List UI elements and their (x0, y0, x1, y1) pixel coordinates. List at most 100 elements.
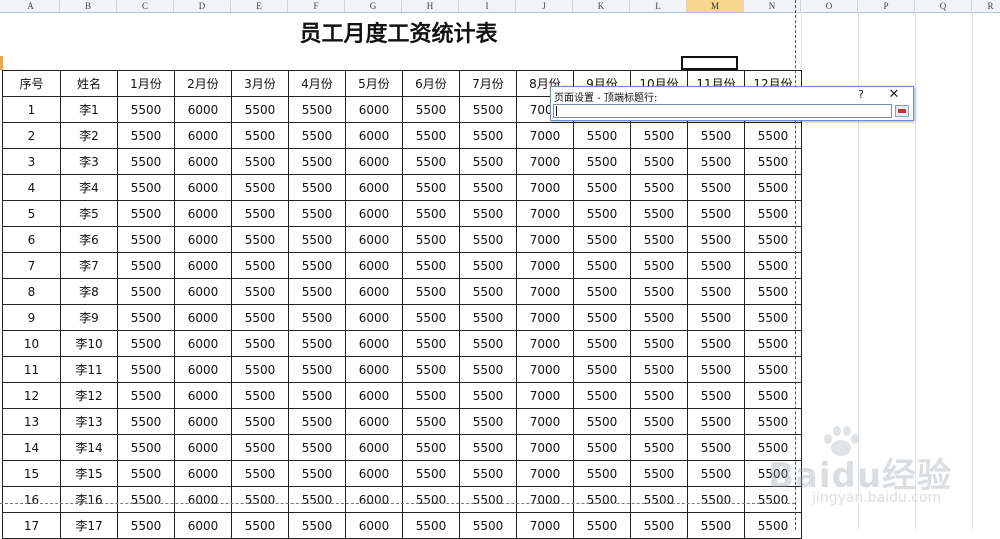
table-cell[interactable]: 5500 (402, 304, 460, 331)
table-cell[interactable]: 5500 (231, 200, 289, 227)
table-cell[interactable]: 5500 (117, 408, 175, 435)
table-cell[interactable]: 5500 (288, 460, 346, 487)
table-cell[interactable]: 李8 (60, 278, 118, 305)
table-cell[interactable]: 李17 (60, 512, 118, 539)
table-cell[interactable]: 5500 (459, 278, 517, 305)
column-header-l[interactable]: L (630, 0, 687, 12)
table-cell[interactable]: 5500 (402, 382, 460, 409)
table-cell[interactable]: 5500 (288, 148, 346, 175)
table-cell[interactable]: 7000 (516, 486, 574, 513)
table-cell[interactable]: 5500 (744, 174, 802, 201)
table-cell[interactable]: 5500 (573, 382, 631, 409)
collapse-dialog-icon[interactable] (895, 105, 909, 117)
table-cell[interactable]: 7000 (516, 252, 574, 279)
table-cell[interactable]: 5500 (630, 226, 688, 253)
table-cell[interactable]: 5500 (402, 96, 460, 123)
table-cell[interactable]: 5500 (573, 200, 631, 227)
table-cell[interactable]: 5500 (687, 382, 745, 409)
table-cell[interactable]: 5500 (459, 512, 517, 539)
table-cell[interactable]: 5 (2, 200, 61, 227)
table-cell[interactable]: 6000 (345, 252, 403, 279)
table-cell[interactable]: 5500 (630, 278, 688, 305)
table-cell[interactable]: 5500 (117, 200, 175, 227)
table-cell[interactable]: 李7 (60, 252, 118, 279)
table-cell[interactable]: 5500 (231, 512, 289, 539)
table-cell[interactable]: 5500 (687, 460, 745, 487)
table-cell[interactable]: 5500 (231, 330, 289, 357)
table-cell[interactable]: 7000 (516, 226, 574, 253)
table-cell[interactable]: 李2 (60, 122, 118, 149)
table-cell[interactable]: 李10 (60, 330, 118, 357)
table-cell[interactable]: 5500 (459, 304, 517, 331)
table-cell[interactable]: 7000 (516, 460, 574, 487)
table-cell[interactable]: 5500 (402, 408, 460, 435)
table-cell[interactable]: 6000 (345, 96, 403, 123)
column-header-e[interactable]: E (231, 0, 288, 12)
table-cell[interactable]: 5500 (630, 356, 688, 383)
column-header-c[interactable]: C (117, 0, 174, 12)
column-header-n[interactable]: N (744, 0, 801, 12)
table-cell[interactable]: 7000 (516, 434, 574, 461)
table-cell[interactable]: 7 (2, 252, 61, 279)
table-cell[interactable]: 5500 (573, 304, 631, 331)
table-cell[interactable]: 7000 (516, 278, 574, 305)
table-cell[interactable]: 6000 (174, 460, 232, 487)
table-cell[interactable]: 5500 (288, 200, 346, 227)
table-cell[interactable]: 5500 (117, 460, 175, 487)
table-cell[interactable]: 5500 (288, 356, 346, 383)
table-cell[interactable]: 6000 (345, 486, 403, 513)
table-cell[interactable]: 5500 (573, 122, 631, 149)
table-cell[interactable]: 李16 (60, 486, 118, 513)
table-cell[interactable]: 5500 (117, 486, 175, 513)
table-cell[interactable]: 6000 (174, 330, 232, 357)
table-cell[interactable]: 5500 (402, 356, 460, 383)
table-cell[interactable]: 5500 (459, 252, 517, 279)
table-cell[interactable]: 6000 (174, 174, 232, 201)
table-cell[interactable]: 5500 (459, 460, 517, 487)
table-cell[interactable]: 5500 (117, 304, 175, 331)
table-cell[interactable]: 6000 (345, 304, 403, 331)
table-cell[interactable]: 5500 (231, 252, 289, 279)
table-cell[interactable]: 5500 (687, 304, 745, 331)
close-icon[interactable]: ✕ (886, 87, 902, 102)
table-cell[interactable]: 5500 (459, 174, 517, 201)
table-cell[interactable]: 5500 (459, 434, 517, 461)
table-cell[interactable]: 5500 (231, 382, 289, 409)
table-cell[interactable]: 6000 (174, 486, 232, 513)
table-cell[interactable]: 李6 (60, 226, 118, 253)
column-header-g[interactable]: G (345, 0, 402, 12)
header-cell[interactable]: 4月份 (288, 70, 346, 97)
table-cell[interactable]: 5500 (744, 304, 802, 331)
table-cell[interactable]: 2 (2, 122, 61, 149)
table-cell[interactable]: 5500 (687, 434, 745, 461)
table-cell[interactable]: 17 (2, 512, 61, 539)
table-cell[interactable]: 5500 (288, 252, 346, 279)
table-cell[interactable]: 7000 (516, 408, 574, 435)
table-cell[interactable]: 6000 (174, 226, 232, 253)
table-cell[interactable]: 5500 (687, 148, 745, 175)
table-cell[interactable]: 5500 (573, 278, 631, 305)
table-cell[interactable]: 5500 (402, 174, 460, 201)
table-cell[interactable]: 5500 (687, 512, 745, 539)
table-cell[interactable]: 5500 (288, 486, 346, 513)
table-cell[interactable]: 5500 (288, 174, 346, 201)
column-header-p[interactable]: P (858, 0, 915, 12)
table-cell[interactable]: 6000 (174, 512, 232, 539)
table-cell[interactable]: 5500 (630, 408, 688, 435)
table-cell[interactable]: 5500 (573, 174, 631, 201)
table-cell[interactable]: 6000 (345, 460, 403, 487)
table-cell[interactable]: 5500 (687, 408, 745, 435)
table-cell[interactable]: 3 (2, 148, 61, 175)
table-cell[interactable]: 5500 (630, 174, 688, 201)
table-cell[interactable]: 5500 (288, 512, 346, 539)
table-cell[interactable]: 5500 (288, 96, 346, 123)
table-cell[interactable]: 5500 (630, 330, 688, 357)
header-cell[interactable]: 序号 (2, 70, 61, 97)
table-cell[interactable]: 6000 (345, 278, 403, 305)
table-cell[interactable]: 9 (2, 304, 61, 331)
table-cell[interactable]: 5500 (231, 148, 289, 175)
table-cell[interactable]: 6000 (345, 148, 403, 175)
table-cell[interactable]: 6000 (174, 252, 232, 279)
column-header-r[interactable]: R (972, 0, 1000, 12)
table-cell[interactable]: 5500 (402, 200, 460, 227)
